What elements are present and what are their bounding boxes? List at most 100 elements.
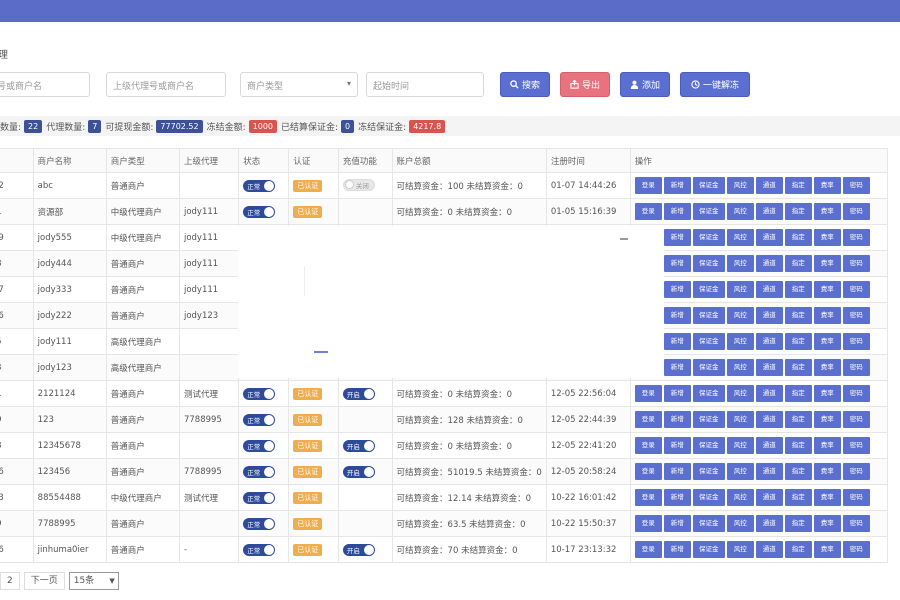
search-button[interactable]: 搜索 bbox=[500, 72, 550, 97]
assign-action-button[interactable]: 指定 bbox=[784, 515, 812, 532]
risk-action-button[interactable]: 风控 bbox=[726, 307, 754, 324]
deposit-action-button[interactable]: 保证金 bbox=[692, 359, 725, 376]
risk-action-button[interactable]: 风控 bbox=[726, 281, 754, 298]
password-action-button[interactable]: 密码 bbox=[842, 411, 870, 428]
rate-action-button[interactable]: 费率 bbox=[813, 411, 841, 428]
deposit-action-button[interactable]: 保证金 bbox=[692, 255, 725, 272]
assign-action-button[interactable]: 指定 bbox=[784, 359, 812, 376]
login-action-button[interactable]: 登录 bbox=[634, 463, 662, 480]
password-action-button[interactable]: 密码 bbox=[842, 463, 870, 480]
password-action-button[interactable]: 密码 bbox=[842, 437, 870, 454]
add-action-button[interactable]: 新增 bbox=[663, 437, 691, 454]
export-button[interactable]: 导出 bbox=[560, 72, 610, 97]
rate-action-button[interactable]: 费率 bbox=[813, 515, 841, 532]
status-toggle[interactable]: 正常 bbox=[243, 517, 276, 530]
risk-action-button[interactable]: 风控 bbox=[726, 203, 754, 220]
password-action-button[interactable]: 密码 bbox=[842, 281, 870, 298]
recharge-toggle[interactable]: 关闭 bbox=[342, 178, 375, 191]
channel-action-button[interactable]: 通道 bbox=[755, 281, 783, 298]
rate-action-button[interactable]: 费率 bbox=[813, 203, 841, 220]
add-action-button[interactable]: 新增 bbox=[663, 463, 691, 480]
deposit-action-button[interactable]: 保证金 bbox=[692, 515, 725, 532]
recharge-toggle[interactable]: 开启 bbox=[342, 387, 375, 400]
password-action-button[interactable]: 密码 bbox=[842, 385, 870, 402]
password-action-button[interactable]: 密码 bbox=[842, 333, 870, 350]
login-action-button[interactable]: 登录 bbox=[634, 489, 662, 506]
assign-action-button[interactable]: 指定 bbox=[784, 307, 812, 324]
password-action-button[interactable]: 密码 bbox=[842, 489, 870, 506]
channel-action-button[interactable]: 通道 bbox=[755, 437, 783, 454]
risk-action-button[interactable]: 风控 bbox=[726, 333, 754, 350]
deposit-action-button[interactable]: 保证金 bbox=[692, 203, 725, 220]
risk-action-button[interactable]: 风控 bbox=[726, 385, 754, 402]
login-action-button[interactable]: 登录 bbox=[634, 385, 662, 402]
deposit-action-button[interactable]: 保证金 bbox=[692, 463, 725, 480]
status-toggle[interactable]: 正常 bbox=[243, 413, 276, 426]
deposit-action-button[interactable]: 保证金 bbox=[692, 489, 725, 506]
deposit-action-button[interactable]: 保证金 bbox=[692, 307, 725, 324]
login-action-button[interactable]: 登录 bbox=[634, 541, 662, 558]
password-action-button[interactable]: 密码 bbox=[842, 177, 870, 194]
deposit-action-button[interactable]: 保证金 bbox=[692, 385, 725, 402]
login-action-button[interactable]: 登录 bbox=[634, 437, 662, 454]
password-action-button[interactable]: 密码 bbox=[842, 515, 870, 532]
page-2-button[interactable]: 2 bbox=[0, 572, 20, 590]
assign-action-button[interactable]: 指定 bbox=[784, 281, 812, 298]
password-action-button[interactable]: 密码 bbox=[842, 255, 870, 272]
channel-action-button[interactable]: 通道 bbox=[755, 203, 783, 220]
login-action-button[interactable]: 登录 bbox=[634, 177, 662, 194]
rate-action-button[interactable]: 费率 bbox=[813, 359, 841, 376]
add-button[interactable]: 添加 bbox=[620, 72, 670, 97]
status-toggle[interactable]: 正常 bbox=[243, 543, 276, 556]
channel-action-button[interactable]: 通道 bbox=[755, 463, 783, 480]
risk-action-button[interactable]: 风控 bbox=[726, 177, 754, 194]
add-action-button[interactable]: 新增 bbox=[663, 255, 691, 272]
unfreeze-all-button[interactable]: 一键解冻 bbox=[680, 72, 750, 97]
status-toggle[interactable]: 正常 bbox=[243, 465, 276, 478]
assign-action-button[interactable]: 指定 bbox=[784, 463, 812, 480]
add-action-button[interactable]: 新增 bbox=[663, 411, 691, 428]
channel-action-button[interactable]: 通道 bbox=[755, 541, 783, 558]
rate-action-button[interactable]: 费率 bbox=[813, 385, 841, 402]
risk-action-button[interactable]: 风控 bbox=[726, 411, 754, 428]
deposit-action-button[interactable]: 保证金 bbox=[692, 333, 725, 350]
login-action-button[interactable]: 登录 bbox=[634, 411, 662, 428]
rate-action-button[interactable]: 费率 bbox=[813, 489, 841, 506]
add-action-button[interactable]: 新增 bbox=[663, 307, 691, 324]
rate-action-button[interactable]: 费率 bbox=[813, 541, 841, 558]
assign-action-button[interactable]: 指定 bbox=[784, 411, 812, 428]
rate-action-button[interactable]: 费率 bbox=[813, 307, 841, 324]
assign-action-button[interactable]: 指定 bbox=[784, 385, 812, 402]
risk-action-button[interactable]: 风控 bbox=[726, 541, 754, 558]
recharge-toggle[interactable]: 开启 bbox=[342, 543, 375, 556]
assign-action-button[interactable]: 指定 bbox=[784, 177, 812, 194]
channel-action-button[interactable]: 通道 bbox=[755, 515, 783, 532]
assign-action-button[interactable]: 指定 bbox=[784, 489, 812, 506]
add-action-button[interactable]: 新增 bbox=[663, 203, 691, 220]
password-action-button[interactable]: 密码 bbox=[842, 541, 870, 558]
parent-agent-input[interactable]: 上级代理号或商户名 bbox=[106, 72, 226, 97]
deposit-action-button[interactable]: 保证金 bbox=[692, 411, 725, 428]
rate-action-button[interactable]: 费率 bbox=[813, 229, 841, 246]
risk-action-button[interactable]: 风控 bbox=[726, 229, 754, 246]
deposit-action-button[interactable]: 保证金 bbox=[692, 541, 725, 558]
risk-action-button[interactable]: 风控 bbox=[726, 515, 754, 532]
next-page-button[interactable]: 下一页 bbox=[23, 572, 65, 590]
add-action-button[interactable]: 新增 bbox=[663, 385, 691, 402]
channel-action-button[interactable]: 通道 bbox=[755, 255, 783, 272]
start-time-input[interactable]: 起始时间 bbox=[366, 72, 484, 97]
channel-action-button[interactable]: 通道 bbox=[755, 177, 783, 194]
login-action-button[interactable]: 登录 bbox=[634, 203, 662, 220]
status-toggle[interactable]: 正常 bbox=[243, 387, 276, 400]
rate-action-button[interactable]: 费率 bbox=[813, 463, 841, 480]
channel-action-button[interactable]: 通道 bbox=[755, 489, 783, 506]
password-action-button[interactable]: 密码 bbox=[842, 229, 870, 246]
risk-action-button[interactable]: 风控 bbox=[726, 437, 754, 454]
deposit-action-button[interactable]: 保证金 bbox=[692, 229, 725, 246]
risk-action-button[interactable]: 风控 bbox=[726, 359, 754, 376]
merchant-type-select[interactable]: 商户类型 ▾ bbox=[240, 72, 358, 97]
channel-action-button[interactable]: 通道 bbox=[755, 307, 783, 324]
channel-action-button[interactable]: 通道 bbox=[755, 229, 783, 246]
status-toggle[interactable]: 正常 bbox=[243, 491, 276, 504]
merchant-search-input[interactable]: 号或商户名 bbox=[0, 72, 90, 97]
